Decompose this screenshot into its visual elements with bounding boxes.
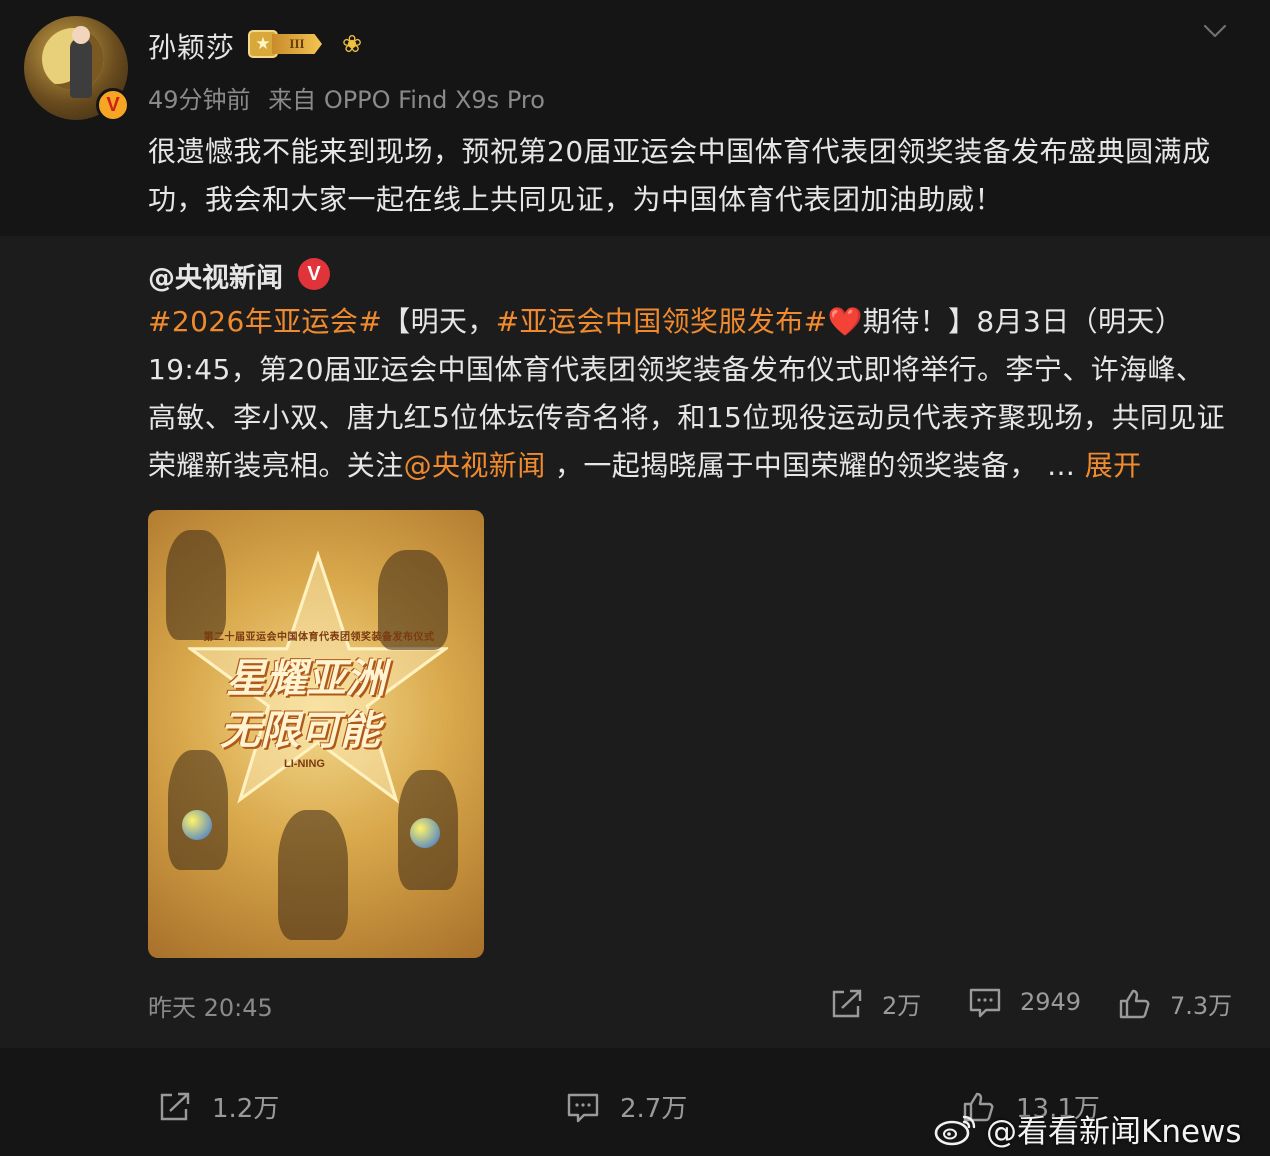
hashtag-link[interactable]: #2026年亚运会#	[148, 305, 382, 338]
water-polo-ball	[410, 818, 440, 848]
level-badge-icon[interactable]: ★ III	[248, 30, 324, 58]
hashtag-link[interactable]: #亚运会中国领奖服发布#	[496, 305, 828, 338]
mention-link[interactable]: @央视新闻	[404, 449, 546, 482]
avatar-head	[72, 26, 90, 44]
expand-link[interactable]: 展开	[1085, 449, 1142, 482]
post-time: 49分钟前	[148, 86, 251, 114]
repost-card[interactable]: @央视新闻 V #2026年亚运会#【明天，#亚运会中国领奖服发布#❤️期待！】…	[0, 236, 1270, 1048]
watermark-text: @看看新闻Knews	[986, 1114, 1242, 1150]
weibo-logo-icon	[934, 1115, 976, 1145]
level-label: III	[272, 34, 322, 54]
repost-like-count: 7.3万	[1170, 992, 1233, 1020]
repost-time: 昨天 20:45	[148, 994, 273, 1022]
repost-share-button[interactable]: 2万	[830, 986, 921, 1021]
repost-verified-icon: V	[298, 258, 330, 290]
repost-text-segment: ，一起揭晓属于中国荣耀的领奖装备， …	[545, 449, 1085, 482]
avatar-figure	[70, 38, 92, 98]
poster-image[interactable]: 第二十届亚运会中国体育代表团领奖装备发布仪式 星耀亚洲 无限可能 LI-NING	[148, 510, 484, 958]
repost-author[interactable]: @央视新闻	[148, 256, 283, 295]
thumbs-up-icon	[1119, 989, 1150, 1018]
heart-icon: ❤️	[827, 305, 863, 338]
poster-brand-logo: LI-NING	[284, 758, 325, 770]
author-name[interactable]: 孙颖莎	[148, 26, 235, 66]
repost-icon	[832, 989, 862, 1017]
repost-text: #2026年亚运会#【明天，#亚运会中国领奖服发布#❤️期待！】8月3日（明天）…	[148, 298, 1228, 490]
repost-share-count: 2万	[882, 992, 922, 1020]
repost-icon	[160, 1092, 190, 1120]
water-polo-ball	[182, 810, 212, 840]
share-count: 1.2万	[212, 1094, 280, 1124]
poster-athlete	[166, 530, 226, 640]
repost-like-button[interactable]: 7.3万	[1118, 986, 1232, 1021]
post-source: 来自 OPPO Find X9s Pro	[268, 86, 545, 114]
flower-icon: ❀	[342, 30, 363, 58]
chevron-down-icon[interactable]	[1202, 18, 1228, 44]
poster-title-line1: 星耀亚洲	[226, 656, 386, 702]
repost-text-segment: 【明天，	[382, 305, 496, 338]
verified-badge-icon: V	[96, 88, 130, 122]
poster-athlete	[278, 810, 348, 940]
post-text: 很遗憾我不能来到现场，预祝第20届亚运会中国体育代表团领奖装备发布盛典圆满成功，…	[148, 135, 1211, 216]
watermark: @看看新闻Knews	[934, 1106, 1242, 1151]
share-button[interactable]: 1.2万	[158, 1088, 279, 1125]
weibo-post: V 孙颖莎 ★ III ❀ 49分钟前 来自 OPPO Find X9s Pro…	[0, 0, 1270, 1156]
comment-button[interactable]: 2.7万	[566, 1088, 687, 1125]
comment-icon	[969, 988, 1001, 1018]
poster-banner: 第二十届亚运会中国体育代表团领奖装备发布仪式	[203, 632, 435, 643]
comment-icon	[567, 1093, 599, 1122]
poster-title-line2: 无限可能	[220, 708, 380, 754]
repost-comment-count: 2949	[1020, 988, 1082, 1016]
comment-count: 2.7万	[620, 1094, 688, 1124]
repost-comment-button[interactable]: 2949	[968, 986, 1081, 1018]
post-meta: 49分钟前 来自 OPPO Find X9s Pro	[148, 80, 545, 115]
